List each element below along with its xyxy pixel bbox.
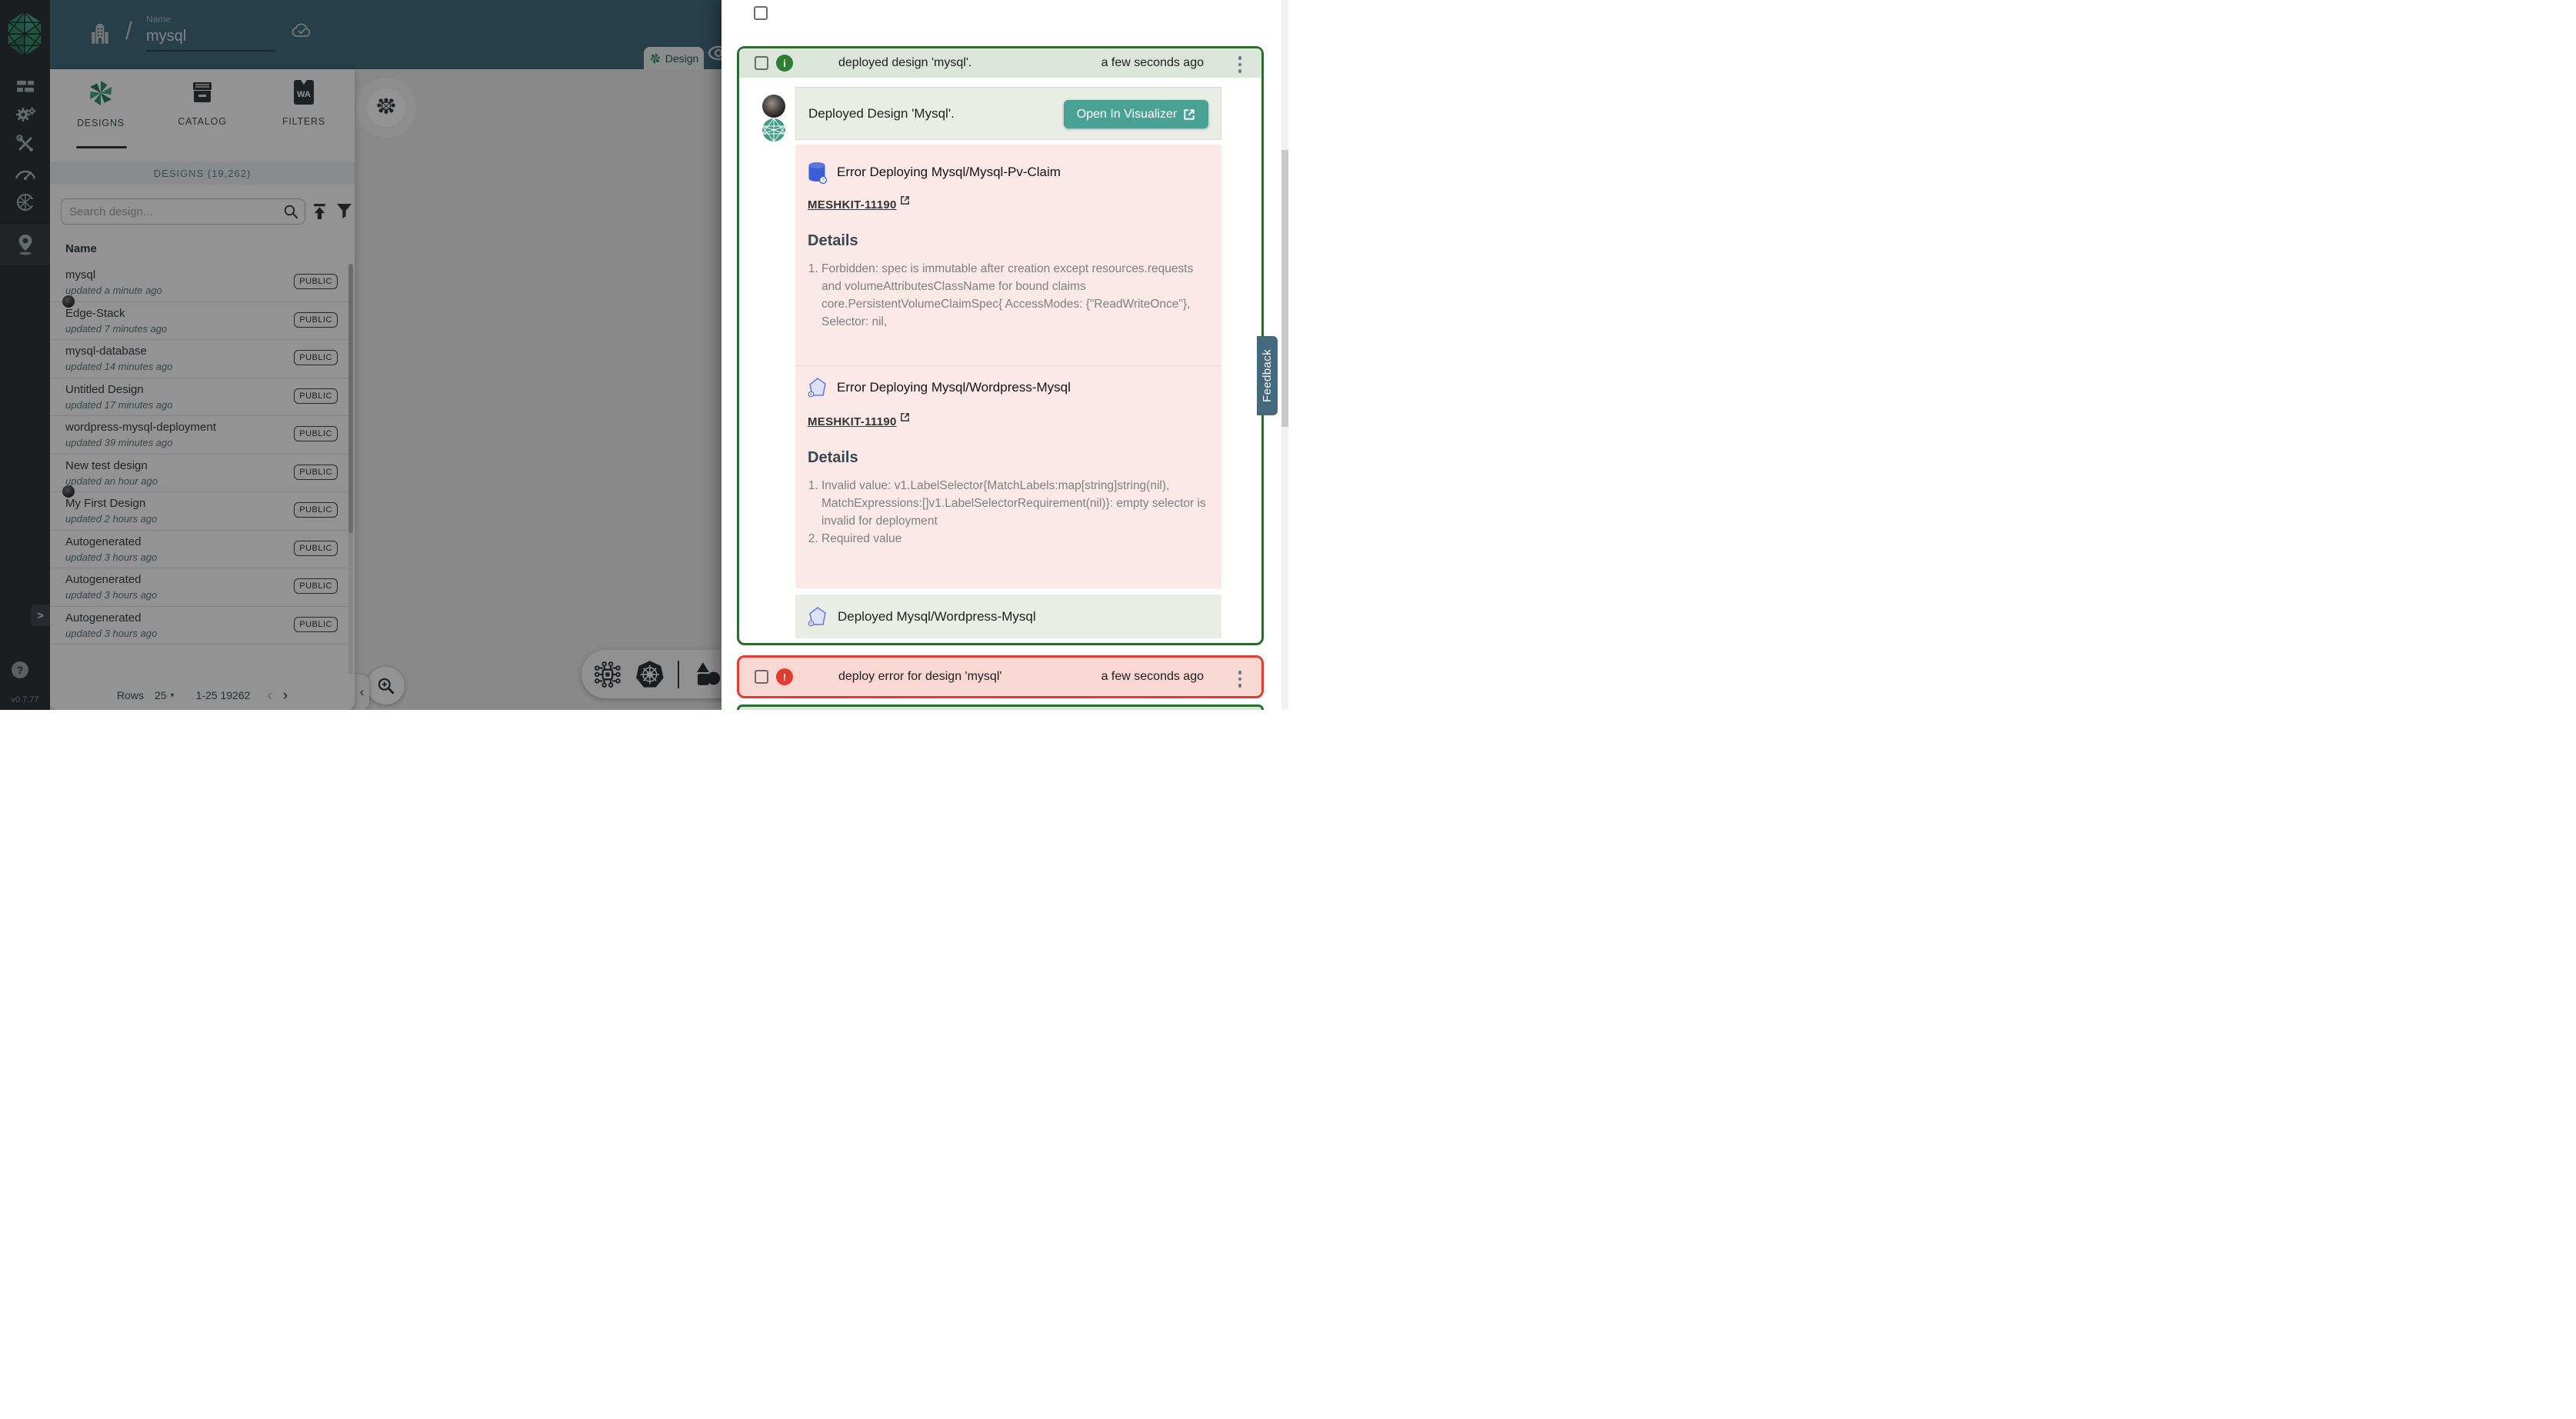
error-details-box: ? Error Deploying Mysql/Mysql-Pv-Claim M… bbox=[795, 145, 1221, 588]
notification-time: a few seconds ago bbox=[1101, 658, 1204, 696]
svg-text:?: ? bbox=[821, 178, 825, 184]
details-label: Details bbox=[808, 449, 858, 467]
notification-checkbox[interactable] bbox=[755, 56, 768, 70]
external-link-icon bbox=[1183, 108, 1195, 121]
error-items: Forbidden: spec is immutable after creat… bbox=[808, 260, 1211, 331]
feedback-tab[interactable]: Feedback bbox=[1257, 336, 1278, 415]
deployed-message: Deployed Design 'Mysql'. bbox=[808, 106, 955, 122]
notification-center: i deployed design 'mysql'. a few seconds… bbox=[721, 0, 1288, 710]
notification-title: deployed design 'mysql'. bbox=[838, 48, 971, 78]
notification-card-partial[interactable] bbox=[737, 705, 1264, 710]
kebab-menu-icon[interactable] bbox=[1238, 671, 1242, 688]
error-items: Invalid value: v1.LabelSelector{MatchLab… bbox=[808, 477, 1211, 548]
service-icon bbox=[808, 377, 828, 398]
user-avatar bbox=[762, 95, 785, 118]
notification-title: deploy error for design 'mysql' bbox=[838, 658, 1001, 696]
external-link-icon bbox=[900, 195, 910, 205]
alert-icon: ! bbox=[776, 668, 793, 685]
notification-card-error[interactable]: ! deploy error for design 'mysql' a few … bbox=[737, 655, 1264, 698]
notification-header[interactable]: i deployed design 'mysql'. a few seconds… bbox=[739, 48, 1261, 78]
error-heading: Error Deploying Mysql/Mysql-Pv-Claim bbox=[837, 165, 1061, 180]
meshkit-error-link[interactable]: MESHKIT-11190 bbox=[808, 198, 910, 212]
success-message: Deployed Mysql/Wordpress-Mysql bbox=[838, 609, 1036, 625]
external-link-icon bbox=[900, 412, 910, 422]
info-icon: i bbox=[776, 55, 793, 72]
details-label: Details bbox=[808, 232, 858, 250]
notification-card-deployed: i deployed design 'mysql'. a few seconds… bbox=[737, 46, 1264, 645]
service-icon bbox=[808, 606, 828, 628]
deployed-success-box: Deployed Mysql/Wordpress-Mysql bbox=[795, 595, 1221, 638]
deployed-message-box: Deployed Design 'Mysql'. Open In Visuali… bbox=[795, 87, 1221, 140]
meshkit-error-link[interactable]: MESHKIT-11190 bbox=[808, 415, 910, 428]
select-all-checkbox[interactable] bbox=[754, 6, 768, 20]
meshery-app: ‹ / Name Design bbox=[0, 0, 1288, 710]
pv-claim-icon: ? bbox=[808, 162, 828, 185]
error-heading: Error Deploying Mysql/Wordpress-Mysql bbox=[837, 380, 1071, 395]
panel-scrollbar-thumb[interactable] bbox=[1281, 150, 1288, 427]
meshery-avatar bbox=[762, 118, 785, 142]
notification-checkbox[interactable] bbox=[755, 670, 768, 684]
open-in-visualizer-button[interactable]: Open In Visualizer bbox=[1064, 100, 1208, 128]
divider bbox=[795, 365, 1221, 366]
kebab-menu-icon[interactable] bbox=[1238, 56, 1242, 73]
notification-time: a few seconds ago bbox=[1101, 48, 1204, 78]
